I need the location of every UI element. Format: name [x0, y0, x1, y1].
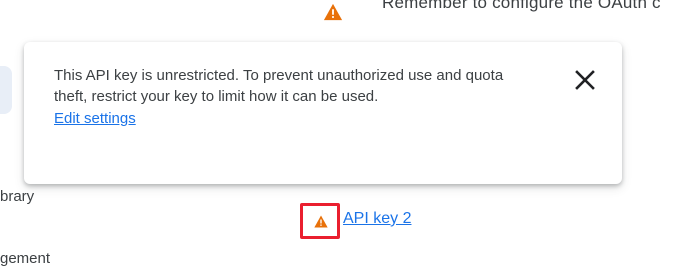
- edit-settings-link[interactable]: Edit settings: [54, 108, 136, 129]
- left-edge-fragment: [0, 66, 12, 114]
- warning-icon: [314, 215, 328, 228]
- tooltip-message: This API key is unrestricted. To prevent…: [54, 67, 504, 105]
- close-button[interactable]: [571, 66, 599, 94]
- sidebar-item-management[interactable]: gement: [0, 250, 50, 267]
- sidebar-item-library[interactable]: brary: [0, 188, 34, 205]
- warning-icon: [323, 3, 343, 21]
- top-notice-text: Remember to configure the OAuth c: [382, 0, 661, 12]
- close-icon: [575, 70, 595, 90]
- unrestricted-key-tooltip: This API key is unrestricted. To prevent…: [24, 42, 622, 184]
- api-key-warning-button[interactable]: [300, 203, 340, 239]
- top-notice-bar: Remember to configure the OAuth c: [0, 0, 687, 44]
- tooltip-body: This API key is unrestricted. To prevent…: [54, 65, 524, 129]
- api-key-link[interactable]: API key 2: [343, 210, 411, 228]
